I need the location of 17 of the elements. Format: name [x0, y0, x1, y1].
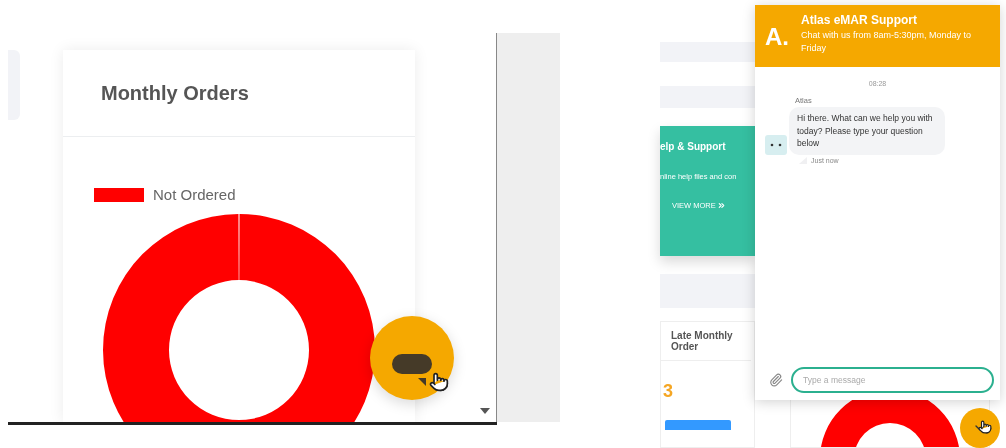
chat-subtitle: Chat with us from 8am-5:30pm, Monday to Friday — [801, 29, 973, 55]
late-title: Late Monthly Order — [661, 322, 751, 361]
legend-label: Not Ordered — [152, 186, 236, 203]
bot-avatar-icon — [765, 134, 787, 155]
logo: A. — [765, 23, 789, 51]
help-title: elp & Support — [660, 141, 727, 152]
message-input[interactable]: Type a message — [791, 367, 994, 393]
late-count: 3 — [662, 380, 674, 402]
chat-title: Atlas eMAR Support — [801, 13, 918, 27]
message-bubble: Hi there. What can we help you with today? Please type your question below — [789, 107, 945, 155]
scroll-down-icon[interactable] — [480, 408, 491, 414]
double-chevron-icon — [716, 201, 726, 210]
chat-bubble-icon — [392, 354, 432, 388]
hand-cursor-icon — [429, 372, 449, 392]
attach-icon[interactable] — [769, 373, 783, 387]
hand-cursor-icon — [978, 420, 992, 434]
card-title: Monthly Orders — [100, 81, 249, 105]
